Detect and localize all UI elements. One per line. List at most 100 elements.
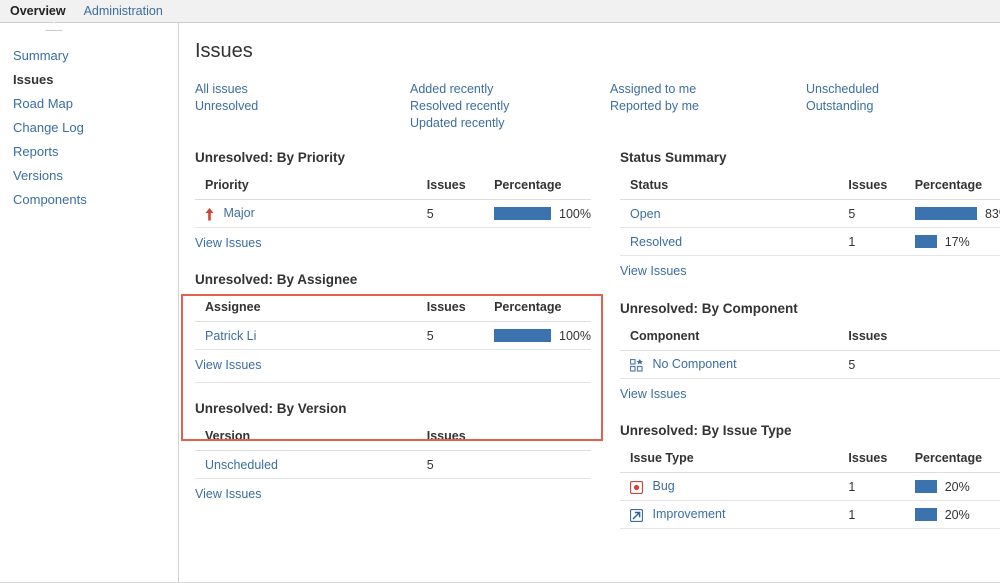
filter-column-3: Assigned to me Reported by me <box>610 81 806 132</box>
percentage-bar <box>914 508 937 521</box>
table-row: No Component 5 <box>620 350 1000 379</box>
left-report-column: Unresolved: By Priority Priority Issues … <box>195 150 609 537</box>
tab-administration[interactable]: Administration <box>84 0 163 22</box>
col-header-percentage: Percentage <box>904 447 1000 473</box>
table-row: Patrick Li 5 100% <box>195 321 591 350</box>
assignee-link-patrick-li[interactable]: Patrick Li <box>205 329 256 343</box>
col-header-assignee: Assignee <box>195 296 417 322</box>
view-issues-link-status[interactable]: View Issues <box>620 264 686 278</box>
view-issues-link-component[interactable]: View Issues <box>620 387 686 401</box>
status-percentage-cell: 17% <box>904 227 1000 256</box>
filter-link-added-recently[interactable]: Added recently <box>410 81 610 98</box>
sidebar-item-versions[interactable]: Versions <box>0 163 178 187</box>
version-cell: Unscheduled <box>195 450 417 479</box>
table-row: Improvement 1 20% <box>620 500 1000 529</box>
issue-type-link-bug[interactable]: Bug <box>652 479 674 493</box>
issue-type-cell: Improvement <box>620 500 839 529</box>
filter-link-reported-by-me[interactable]: Reported by me <box>610 98 806 115</box>
bug-icon <box>630 480 643 494</box>
col-header-priority: Priority <box>195 174 417 200</box>
percentage-bar <box>494 329 552 342</box>
issue-type-percentage-cell: 20% <box>904 472 1000 501</box>
table-header-row: Issue Type Issues Percentage <box>620 447 1000 473</box>
report-title: Status Summary <box>620 150 727 165</box>
version-issue-count: 5 <box>416 450 591 479</box>
status-issue-count: 1 <box>838 227 905 256</box>
filter-link-resolved-recently[interactable]: Resolved recently <box>410 98 610 115</box>
sidebar-item-components[interactable]: Components <box>0 187 178 211</box>
filter-link-updated-recently[interactable]: Updated recently <box>410 115 610 132</box>
col-header-issues: Issues <box>416 425 591 451</box>
issue-type-percentage-cell: 20% <box>904 500 1000 529</box>
report-unresolved-by-component: Unresolved: By Component Component Issue… <box>620 301 1000 401</box>
sidebar-item-summary[interactable]: Summary <box>0 43 178 67</box>
table-row: Major 5 100% <box>195 199 591 228</box>
report-unresolved-by-priority: Unresolved: By Priority Priority Issues … <box>195 150 591 250</box>
main-content: Issues All issues Unresolved Added recen… <box>179 23 1000 583</box>
filter-link-outstanding[interactable]: Outstanding <box>806 98 986 115</box>
col-header-status: Status <box>620 174 839 200</box>
filter-link-all-issues[interactable]: All issues <box>195 81 410 98</box>
component-blocks-icon <box>630 358 643 372</box>
col-header-component: Component <box>620 325 839 351</box>
filter-link-assigned-to-me[interactable]: Assigned to me <box>610 81 806 98</box>
sidebar-item-road-map[interactable]: Road Map <box>0 91 178 115</box>
filter-link-unscheduled[interactable]: Unscheduled <box>806 81 986 98</box>
col-header-percentage: Percentage <box>904 174 1000 200</box>
right-report-column: Status Summary Status Issues Percentage <box>620 150 1000 537</box>
component-link-no-component[interactable]: No Component <box>652 357 736 371</box>
percentage-bar <box>914 207 977 220</box>
percentage-label: 17% <box>944 234 970 249</box>
component-cell: No Component <box>620 350 839 379</box>
percentage-bar <box>914 480 937 493</box>
sidebar-item-issues[interactable]: Issues <box>0 67 178 91</box>
table-header-row: Component Issues <box>620 325 1000 351</box>
report-unresolved-by-assignee: Unresolved: By Assignee Assignee Issues … <box>195 272 591 383</box>
table-row: Unscheduled 5 <box>195 450 591 479</box>
assignee-percentage-cell: 100% <box>484 321 591 350</box>
priority-link-major[interactable]: Major <box>223 206 254 220</box>
view-issues-link-assignee[interactable]: View Issues <box>195 358 261 372</box>
status-table: Status Issues Percentage Open 5 83 Resol… <box>620 174 1000 256</box>
col-header-percentage: Percentage <box>484 174 591 200</box>
table-header-row: Version Issues <box>195 425 591 451</box>
status-percentage-cell: 83% <box>904 199 1000 228</box>
assignee-issue-count: 5 <box>416 321 485 350</box>
report-title: Unresolved: By Assignee <box>195 272 358 287</box>
active-tab-caret-icon <box>46 22 62 30</box>
table-header-row: Status Issues Percentage <box>620 174 1000 200</box>
status-link-open[interactable]: Open <box>630 207 661 221</box>
percentage-label: 100% <box>559 206 591 221</box>
status-cell: Open <box>620 199 839 228</box>
report-unresolved-by-issue-type: Unresolved: By Issue Type Issue Type Iss… <box>620 423 1000 529</box>
assignee-section-divider <box>195 382 591 383</box>
top-navigation-bar: Overview Administration <box>0 0 1000 31</box>
version-table: Version Issues Unscheduled 5 <box>195 425 591 479</box>
assignee-cell: Patrick Li <box>195 321 417 350</box>
status-link-resolved[interactable]: Resolved <box>630 235 682 249</box>
col-header-version: Version <box>195 425 417 451</box>
priority-percentage-cell: 100% <box>484 199 591 228</box>
tab-overview[interactable]: Overview <box>10 0 66 22</box>
report-title: Unresolved: By Component <box>620 301 798 316</box>
report-title: Unresolved: By Issue Type <box>620 423 792 438</box>
priority-major-arrow-up-icon <box>205 207 214 221</box>
col-header-issues: Issues <box>838 325 1000 351</box>
filter-column-4: Unscheduled Outstanding <box>806 81 986 132</box>
report-columns: Unresolved: By Priority Priority Issues … <box>195 150 1000 537</box>
sidebar-item-reports[interactable]: Reports <box>0 139 178 163</box>
quick-filter-links: All issues Unresolved Added recently Res… <box>195 81 1000 132</box>
percentage-label: 100% <box>559 328 591 343</box>
view-issues-link-version[interactable]: View Issues <box>195 487 261 501</box>
issue-type-link-improvement[interactable]: Improvement <box>652 507 725 521</box>
filter-link-unresolved[interactable]: Unresolved <box>195 98 410 115</box>
col-header-percentage: Percentage <box>484 296 591 322</box>
sidebar-item-change-log[interactable]: Change Log <box>0 115 178 139</box>
report-unresolved-by-version: Unresolved: By Version Version Issues Un… <box>195 401 591 501</box>
status-cell: Resolved <box>620 227 839 256</box>
table-header-row: Priority Issues Percentage <box>195 174 591 200</box>
version-link-unscheduled[interactable]: Unscheduled <box>205 458 278 472</box>
priority-issue-count: 5 <box>416 199 485 228</box>
issue-type-table: Issue Type Issues Percentage Bug 1 20% I… <box>620 447 1000 529</box>
view-issues-link-priority[interactable]: View Issues <box>195 236 261 250</box>
